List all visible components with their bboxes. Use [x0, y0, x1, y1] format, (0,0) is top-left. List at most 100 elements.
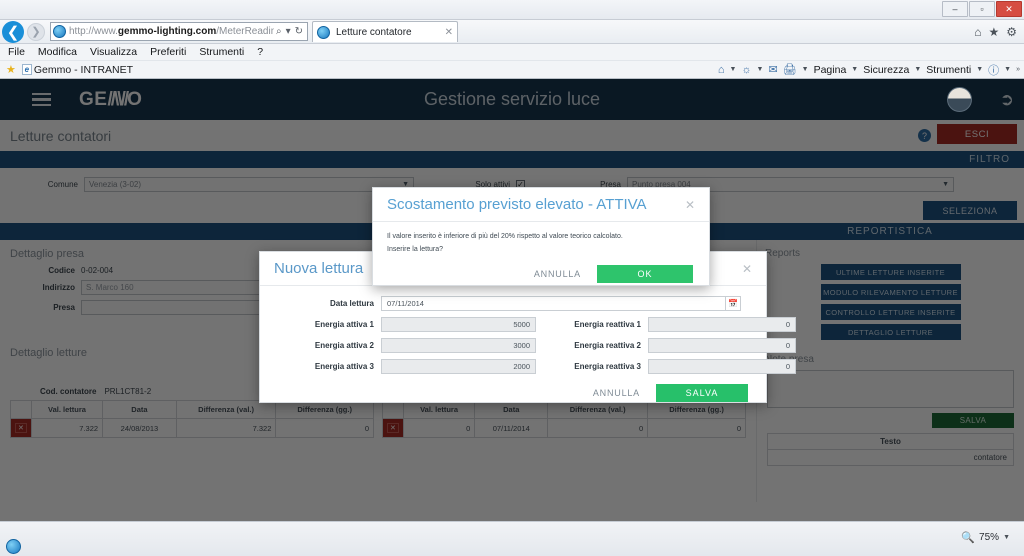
menu-modifica[interactable]: Modifica — [38, 46, 77, 58]
report-ultime-letture-inserite[interactable]: ULTIME LETTURE INSERITE — [820, 264, 961, 280]
note-presa-save-button[interactable]: SALVA — [932, 413, 1014, 428]
app-title: Gestione servizio luce — [423, 89, 601, 109]
close-window-button[interactable]: ✕ — [996, 1, 1022, 17]
browser-tab[interactable]: Letture contatore ✕ — [312, 21, 458, 42]
home-icon[interactable]: ⌂ — [974, 25, 981, 39]
browser-titlebar: – ▫ ✕ — [0, 0, 1024, 20]
presa-detail-label: Presa — [53, 303, 75, 312]
print-icon[interactable]: 🖨 — [783, 63, 797, 76]
alert-title: Scostamento previsto elevato - ATTIVA — [387, 196, 647, 213]
table-left: Val. lettura Data Differenza (val.) Diff… — [10, 400, 374, 438]
alert-header: Scostamento previsto elevato - ATTIVA ✕ — [373, 188, 709, 222]
nuova-lettura-save-button[interactable]: SALVA — [656, 384, 748, 402]
command-sicurezza[interactable]: Sicurezza — [863, 64, 909, 76]
comune-label: Comune — [47, 180, 78, 189]
add-favorite-star-icon[interactable]: ★ — [6, 63, 16, 76]
table-row: ✕ 0 07/11/2014 0 0 — [382, 418, 746, 438]
chevron-down-icon[interactable]: ▼ — [851, 66, 858, 73]
avatar[interactable] — [947, 87, 972, 112]
delete-row-button[interactable]: ✕ — [10, 418, 32, 438]
nuova-lettura-body: Data lettura 07/11/2014 📅 Energia attiva… — [260, 286, 796, 402]
chevron-down-icon[interactable]: ▼ — [914, 66, 921, 73]
taskbar-ie-icon[interactable] — [6, 539, 21, 554]
alert-ok-button[interactable]: OK — [597, 264, 693, 283]
chevron-down-icon: ▼ — [942, 181, 949, 188]
back-arrow-icon[interactable]: ❮ — [2, 20, 24, 43]
energia-reattiva-3-label: Energia reattiva 3 — [574, 362, 641, 371]
tab-close-icon[interactable]: ✕ — [445, 27, 453, 38]
page-icon: e — [21, 64, 32, 75]
chevron-down-icon[interactable]: ▼ — [1003, 534, 1010, 541]
mail-icon[interactable]: ✉ — [768, 63, 777, 76]
filter-section-bar: FILTRO — [0, 151, 1024, 168]
col-val-lettura: Val. lettura — [30, 400, 104, 419]
calendar-icon[interactable]: 📅 — [726, 296, 741, 311]
alert-cancel-button[interactable]: ANNULLA — [532, 265, 583, 283]
report-modulo-rilevamento-letture[interactable]: MODULO RILEVAMENTO LETTURE — [820, 284, 961, 300]
chevron-down-icon[interactable]: ▼ — [757, 66, 764, 73]
help-circle-icon[interactable]: ⓘ — [988, 62, 999, 78]
menu-preferiti[interactable]: Preferiti — [150, 46, 186, 58]
data-lettura-input[interactable]: 07/11/2014 — [381, 296, 726, 311]
menu-visualizza[interactable]: Visualizza — [90, 46, 137, 58]
seleziona-button[interactable]: SELEZIONA — [923, 201, 1017, 220]
chevron-down-icon[interactable]: ▼ — [802, 66, 809, 73]
cell-diff-val: 0 — [547, 418, 649, 438]
energia-reattiva-2-label: Energia reattiva 2 — [574, 341, 641, 350]
note-table-row: contatore — [973, 453, 1007, 462]
note-presa-textarea[interactable] — [767, 370, 1014, 408]
nuova-lettura-cancel-button[interactable]: ANNULLA — [591, 384, 642, 402]
zoom-control[interactable]: 🔍 75% ▼ — [961, 531, 1010, 544]
energia-attiva-3-row: Energia attiva 3 2000 — [274, 359, 536, 374]
logout-icon[interactable]: ➲ — [1000, 90, 1014, 110]
energia-reattiva-1-input[interactable]: 0 — [648, 317, 796, 332]
feeds-icon[interactable]: ☼ — [741, 64, 751, 76]
settings-gear-icon[interactable]: ⚙ — [1006, 25, 1017, 39]
energia-attiva-2-input[interactable]: 3000 — [381, 338, 536, 353]
energia-reattiva-3-input[interactable]: 0 — [648, 359, 796, 374]
energia-reattiva-2-input[interactable]: 0 — [648, 338, 796, 353]
tab-favicon-icon — [317, 25, 330, 39]
report-controllo-letture-inserite[interactable]: CONTROLLO LETTURE INSERITE — [820, 304, 961, 320]
browser-command-bar: ⌂ ▼ ☼ ▼ ✉ 🖨 ▼ Pagina ▼ Sicurezza ▼ Strumenti ▼… — [718, 62, 1024, 78]
refresh-icon[interactable]: ↻ — [293, 26, 305, 37]
chevron-down-icon[interactable]: ▼ — [730, 66, 737, 73]
command-pagina[interactable]: Pagina — [814, 64, 847, 76]
report-dettaglio-letture[interactable]: DETTAGLIO LETTURE — [820, 324, 961, 340]
help-icon[interactable]: ? — [918, 129, 931, 142]
favorites-star-icon[interactable]: ★ — [988, 25, 999, 39]
data-lettura-row: Data lettura 07/11/2014 📅 — [274, 296, 752, 311]
chevron-down-icon[interactable]: ▾ — [284, 26, 293, 37]
screen-root: – ▫ ✕ ❮ ❯ http://www.gemmo-lighting.com/… — [0, 0, 1024, 556]
menu-file[interactable]: File — [8, 46, 25, 58]
address-bar[interactable]: http://www.gemmo-lighting.com/MeterReadi… — [50, 22, 308, 41]
cell-diff-gg: 0 — [275, 418, 374, 438]
cell-data: 07/11/2014 — [474, 418, 549, 438]
indirizzo-label: Indirizzo — [42, 283, 75, 292]
home-page-icon[interactable]: ⌂ — [718, 64, 725, 76]
chevron-down-icon[interactable]: ▼ — [976, 66, 983, 73]
right-column: Reports ULTIME LETTURE INSERITE MODULO R… — [756, 240, 1024, 502]
logout-button[interactable]: ESCI — [937, 124, 1017, 144]
maximize-button[interactable]: ▫ — [969, 1, 995, 17]
menu-help[interactable]: ? — [257, 46, 263, 58]
favorite-gemmo-intranet[interactable]: e Gemmo - INTRANET — [21, 64, 133, 76]
minimize-button[interactable]: – — [942, 1, 968, 17]
forward-arrow-icon[interactable]: ❯ — [27, 22, 45, 41]
delete-row-button[interactable]: ✕ — [382, 418, 404, 438]
page-title: Letture contatori — [10, 127, 112, 144]
energia-attiva-1-input[interactable]: 5000 — [381, 317, 536, 332]
search-icon[interactable]: ⌕ — [274, 26, 284, 37]
overflow-icon[interactable]: » — [1016, 66, 1020, 73]
comune-select[interactable]: Venezia (3-02) ▼ — [84, 177, 414, 192]
energia-attiva-3-input[interactable]: 2000 — [381, 359, 536, 374]
codice-label: Codice — [48, 266, 75, 275]
command-strumenti[interactable]: Strumenti — [926, 64, 971, 76]
tab-title: Letture contatore — [336, 26, 412, 38]
chevron-down-icon[interactable]: ▼ — [1004, 66, 1011, 73]
close-icon[interactable]: ✕ — [742, 262, 752, 276]
close-icon[interactable]: ✕ — [685, 198, 695, 212]
note-presa-table: Testo contatore — [767, 433, 1014, 466]
menu-strumenti[interactable]: Strumenti — [199, 46, 244, 58]
alert-message-line1: Il valore inserito è inferiore di più de… — [387, 233, 623, 240]
